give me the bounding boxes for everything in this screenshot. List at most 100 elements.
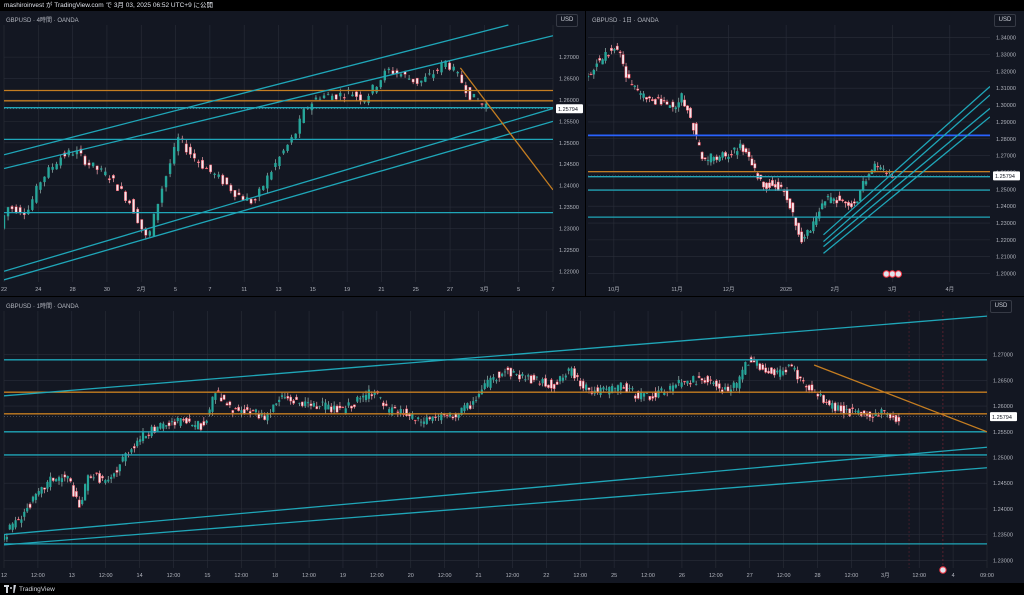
- last-price-label: 1.25794: [558, 107, 578, 113]
- chart-panel-daily[interactable]: 1.34000 1.33000 1.32000 1.31000 1.30000 1.290…: [586, 11, 1024, 296]
- candle-body: [322, 95, 326, 98]
- candle-body: [790, 364, 794, 367]
- y-tick-label: 1.26000: [559, 98, 579, 104]
- candle-body: [752, 360, 756, 363]
- candle-body: [838, 195, 842, 201]
- candle-body: [695, 384, 698, 386]
- candle-body: [20, 519, 23, 523]
- candle-body: [274, 162, 277, 167]
- candle-body: [732, 382, 735, 388]
- candle-body: [744, 148, 748, 153]
- currency-button[interactable]: USD: [990, 300, 1012, 313]
- x-tick-label: 26: [679, 573, 685, 579]
- candle-body: [40, 487, 43, 494]
- candle-body: [468, 87, 472, 101]
- candle-body: [831, 403, 834, 409]
- drawings: [588, 86, 990, 254]
- candle-body: [399, 74, 403, 77]
- candle-body: [234, 408, 237, 410]
- candle-body: [431, 416, 434, 421]
- candle-body: [393, 406, 397, 409]
- candle-body: [689, 107, 692, 118]
- candle-body: [472, 401, 475, 405]
- candle-body: [764, 367, 767, 373]
- candle-body: [506, 367, 510, 371]
- x-tick-label: 28: [814, 573, 820, 579]
- candle-body: [353, 404, 356, 408]
- x-axis: 10月 11月 12月 2025 2月 3月 4月: [608, 286, 954, 293]
- y-tick-label: 1.23500: [993, 533, 1013, 539]
- candle-body: [564, 375, 567, 378]
- candle-body: [243, 409, 246, 414]
- candle-body: [712, 157, 716, 161]
- candle-body: [660, 388, 663, 391]
- candle-body: [69, 478, 72, 482]
- candle-body: [51, 477, 55, 481]
- candle-body: [871, 416, 875, 418]
- candle-body: [820, 203, 824, 210]
- chart-4h-svg[interactable]: 1.27000 1.26500 1.26000 1.25500 1.25000 1.245…: [0, 11, 585, 296]
- candle-body: [733, 147, 736, 150]
- candle-body: [318, 98, 322, 100]
- candle-body: [581, 380, 585, 389]
- candle-body: [781, 371, 785, 375]
- currency-button[interactable]: USD: [994, 14, 1016, 27]
- y-tick-label: 1.24000: [559, 184, 579, 190]
- candle-body: [26, 507, 29, 512]
- candle-body: [864, 181, 868, 185]
- candle-body: [738, 143, 742, 149]
- candle-body: [4, 215, 6, 229]
- candle-body: [362, 395, 365, 398]
- candle-body: [694, 123, 698, 136]
- candle-body: [14, 206, 18, 213]
- x-tick-label: 11月: [671, 286, 682, 293]
- candle-body: [383, 70, 387, 81]
- candle-body: [312, 403, 315, 407]
- candle-body: [388, 409, 391, 413]
- candle-body: [375, 86, 378, 93]
- candle-body: [486, 379, 489, 387]
- candle-body: [71, 154, 75, 156]
- candle-body: [680, 382, 683, 387]
- candle-body: [599, 387, 602, 395]
- chart-panel-4h[interactable]: 1.27000 1.26500 1.26000 1.25500 1.25000 1.245…: [0, 11, 585, 296]
- candle-body: [544, 378, 547, 387]
- x-tick-label: 12:00: [506, 573, 520, 579]
- candle-body: [46, 481, 49, 489]
- candle-body: [214, 393, 217, 400]
- candle-body: [31, 496, 35, 502]
- candle-body: [107, 479, 110, 482]
- candle-body: [162, 423, 165, 429]
- candle-body: [144, 436, 148, 439]
- candle-body: [231, 410, 235, 413]
- candle-body: [112, 473, 116, 477]
- candle-body: [35, 185, 38, 203]
- candle-body: [589, 73, 593, 76]
- candle-body: [876, 166, 880, 168]
- candle-body: [703, 380, 707, 383]
- candle-body: [314, 97, 318, 100]
- currency-button[interactable]: USD: [556, 14, 578, 27]
- candle-body: [825, 401, 828, 403]
- chart-1h-svg[interactable]: 1.27000 1.26500 1.26000 1.25500 1.25000 1.245…: [0, 297, 1024, 583]
- candle-body: [417, 417, 420, 419]
- candle-body: [160, 188, 164, 203]
- candle-body: [370, 394, 374, 397]
- candle-body: [674, 384, 677, 388]
- x-tick-label: 14: [137, 573, 143, 579]
- candle-body: [810, 384, 814, 391]
- chart-panel-1h[interactable]: 1.27000 1.26500 1.26000 1.25500 1.25000 1.245…: [0, 297, 1024, 583]
- candle-body: [315, 406, 319, 410]
- candle-body: [341, 406, 345, 409]
- candle-body: [188, 418, 191, 422]
- candle-body: [95, 472, 98, 474]
- chart-daily-svg[interactable]: 1.34000 1.33000 1.32000 1.31000 1.30000 1.290…: [586, 11, 1024, 296]
- candle-body: [613, 387, 617, 389]
- candle-body: [140, 219, 144, 230]
- y-tick-label: 1.25000: [996, 187, 1016, 193]
- candle-body: [816, 393, 820, 397]
- candle-body: [188, 146, 192, 155]
- candle-body: [382, 402, 385, 407]
- candle-body: [309, 403, 313, 406]
- candle-body: [842, 405, 846, 415]
